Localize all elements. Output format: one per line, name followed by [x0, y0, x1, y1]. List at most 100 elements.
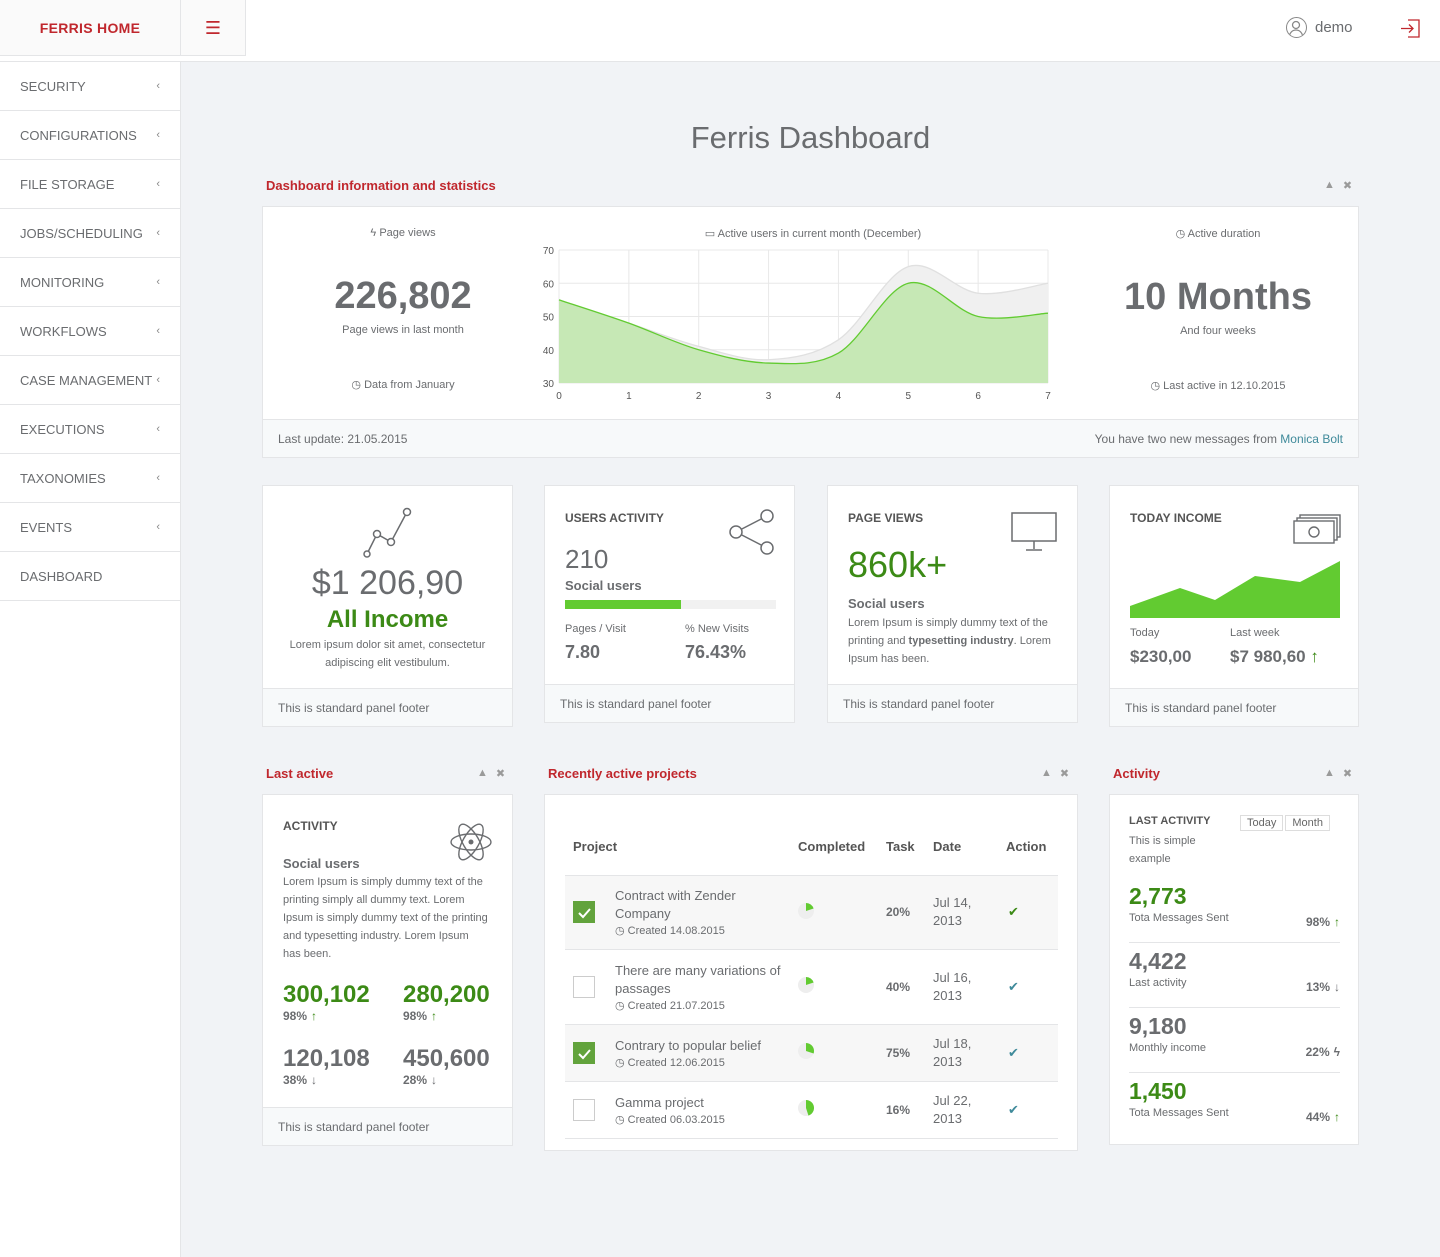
column-header-completed: Completed [798, 839, 866, 855]
activity-heading: LAST ACTIVITY [1129, 815, 1211, 827]
column-header-date: Date [933, 839, 962, 855]
chart-heading: Active users in current month (December) [717, 228, 922, 240]
activity-percent-row: 98% ↑ [1306, 915, 1340, 929]
activity-percent: 44% [1305, 1110, 1330, 1124]
completed-cell [790, 1080, 878, 1138]
activity-percent: 98% [1305, 915, 1330, 929]
sidebar-item-case-management[interactable]: CASE MANAGEMENT ‹ [0, 356, 180, 405]
completed-cell [790, 948, 878, 1024]
project-created: Created 14.08.2015 [627, 925, 725, 937]
divider [1129, 1072, 1340, 1073]
activity-value: 2,773 [1129, 883, 1187, 909]
sidebar-item-label: JOBS/SCHEDULING [20, 226, 143, 241]
collapse-icon[interactable]: ▲ [1041, 767, 1052, 780]
table-row: Contract with Zender Company ◷ Created 14… [565, 874, 1058, 949]
project-name[interactable]: Contract with Zender Company [615, 887, 785, 923]
today-label: Today [1130, 627, 1160, 639]
project-name[interactable]: Contrary to popular belief [615, 1037, 785, 1055]
y-tick-label: 60 [543, 279, 555, 290]
chevron-left-icon: ‹ [156, 129, 160, 141]
sidebar: SECURITY ‹ CONFIGURATIONS ‹ FILE STORAGE ‹ JOB… [0, 62, 181, 1257]
week-label: Last week [1230, 627, 1280, 639]
projects-table: Project Completed Task Date Action Contract … [565, 819, 1058, 1139]
sidebar-item-label: WORKFLOWS [20, 324, 107, 339]
page-views-card: PAGE VIEWS 860k+ Social users Lorem Ipsu… [827, 485, 1078, 723]
users-activity-sub: Social users [565, 578, 642, 593]
area-chart: 30 40 50 60 70 0 1 2 3 4 5 6 7 [543, 246, 1051, 402]
sidebar-item-file-storage[interactable]: FILE STORAGE ‹ [0, 160, 180, 209]
y-tick-label: 70 [543, 246, 555, 257]
chevron-left-icon: ‹ [156, 325, 160, 337]
arrow-up-icon: ↑ [1310, 647, 1319, 666]
date-cell: Jul 14, 2013 [933, 895, 972, 928]
sidebar-item-workflows[interactable]: WORKFLOWS ‹ [0, 307, 180, 356]
y-tick-label: 50 [543, 313, 555, 324]
arrow-down-icon: ↓ [311, 1073, 318, 1087]
today-button[interactable]: Today [1240, 815, 1284, 831]
sidebar-item-security[interactable]: SECURITY ‹ [0, 62, 180, 111]
collapse-icon[interactable]: ▲ [1324, 767, 1335, 780]
users-activity-footer: This is standard panel footer [545, 684, 794, 722]
today-income-card: TODAY INCOME Today $230,00 Last week $7 … [1109, 485, 1359, 727]
income-label: All Income [326, 606, 449, 633]
sidebar-item-jobs-scheduling[interactable]: JOBS/SCHEDULING ‹ [0, 209, 180, 258]
sidebar-item-label: EVENTS [20, 520, 73, 535]
logout-icon[interactable] [1400, 18, 1421, 39]
check-icon[interactable]: ✔ [1008, 1102, 1019, 1117]
page-title: Ferris Dashboard [690, 120, 931, 155]
laptop-icon: ▭ [704, 228, 716, 240]
stat-percent-row: 38% ↓ [283, 1073, 370, 1087]
sidebar-item-dashboard[interactable]: DASHBOARD [0, 552, 180, 601]
users-progress-fill [565, 600, 682, 609]
month-button[interactable]: Month [1285, 815, 1330, 831]
check-icon[interactable]: ✔ [1008, 1045, 1019, 1060]
activity-tools: ▲ ✖ [1324, 767, 1352, 780]
close-icon[interactable]: ✖ [496, 767, 505, 780]
arrow-up-icon: ↑ [1334, 1110, 1340, 1124]
page-views-card-sub: Social users [848, 596, 925, 611]
collapse-icon[interactable]: ▲ [477, 767, 488, 780]
activity-percent-row: 22% ϟ [1306, 1045, 1340, 1059]
last-active-desc: Lorem Ipsum is simply dummy text of the … [283, 876, 488, 960]
sidebar-item-events[interactable]: EVENTS ‹ [0, 503, 180, 552]
arrow-up-icon: ↑ [1334, 915, 1340, 929]
sidebar-item-executions[interactable]: EXECUTIONS ‹ [0, 405, 180, 454]
x-tick-label: 3 [766, 391, 772, 402]
last-active-footer: This is standard panel footer [263, 1107, 512, 1145]
sidebar-item-configurations[interactable]: CONFIGURATIONS ‹ [0, 111, 180, 160]
close-icon[interactable]: ✖ [1343, 179, 1352, 192]
project-name[interactable]: Gamma project [615, 1094, 785, 1112]
row-checkbox[interactable] [573, 901, 595, 923]
check-icon[interactable]: ✔ [1008, 904, 1019, 919]
project-created: Created 06.03.2015 [627, 1113, 725, 1126]
row-checkbox[interactable] [573, 1041, 595, 1064]
stat-percent: 28% [403, 1073, 428, 1087]
last-active-sub: Social users [283, 856, 360, 871]
check-icon[interactable]: ✔ [1008, 979, 1019, 994]
activity-value: 4,422 [1129, 948, 1187, 974]
sidebar-item-monitoring[interactable]: MONITORING ‹ [0, 258, 180, 307]
page-views-card-desc: Lorem Ipsum is simply dummy text of the … [848, 617, 1051, 665]
project-name[interactable]: There are many variations of passages [615, 962, 785, 998]
activity-item: 4,422 Last activity 13% ↓ [1129, 948, 1340, 1008]
completion-pie-icon [798, 902, 814, 919]
projects-panel: Project Completed Task Date Action Contract … [544, 794, 1078, 1151]
sidebar-item-taxonomies[interactable]: TAXONOMIES ‹ [0, 454, 180, 503]
arrow-down-icon: ↓ [431, 1073, 438, 1087]
user-menu[interactable]: demo [1286, 15, 1353, 39]
menu-toggle-button[interactable]: ☰ [181, 0, 246, 56]
close-icon[interactable]: ✖ [1060, 767, 1069, 780]
completion-pie-icon [798, 1043, 815, 1059]
brand-link[interactable]: FERRIS HOME [0, 0, 181, 56]
messages-author-link[interactable]: Monica Bolt [1280, 432, 1343, 446]
collapse-icon[interactable]: ▲ [1324, 179, 1335, 192]
date-cell: Jul 16, 2013 [933, 969, 972, 1003]
stats-panel-title: Dashboard information and statistics [266, 178, 496, 193]
hamburger-icon: ☰ [204, 18, 222, 38]
row-checkbox[interactable] [573, 975, 595, 998]
close-icon[interactable]: ✖ [1343, 767, 1352, 780]
messages-text: You have two new messages from [1094, 431, 1277, 446]
stats-panel-tools: ▲ ✖ [1324, 179, 1352, 192]
row-checkbox[interactable] [573, 1098, 595, 1121]
bolt-icon: ϟ [1333, 1045, 1340, 1059]
